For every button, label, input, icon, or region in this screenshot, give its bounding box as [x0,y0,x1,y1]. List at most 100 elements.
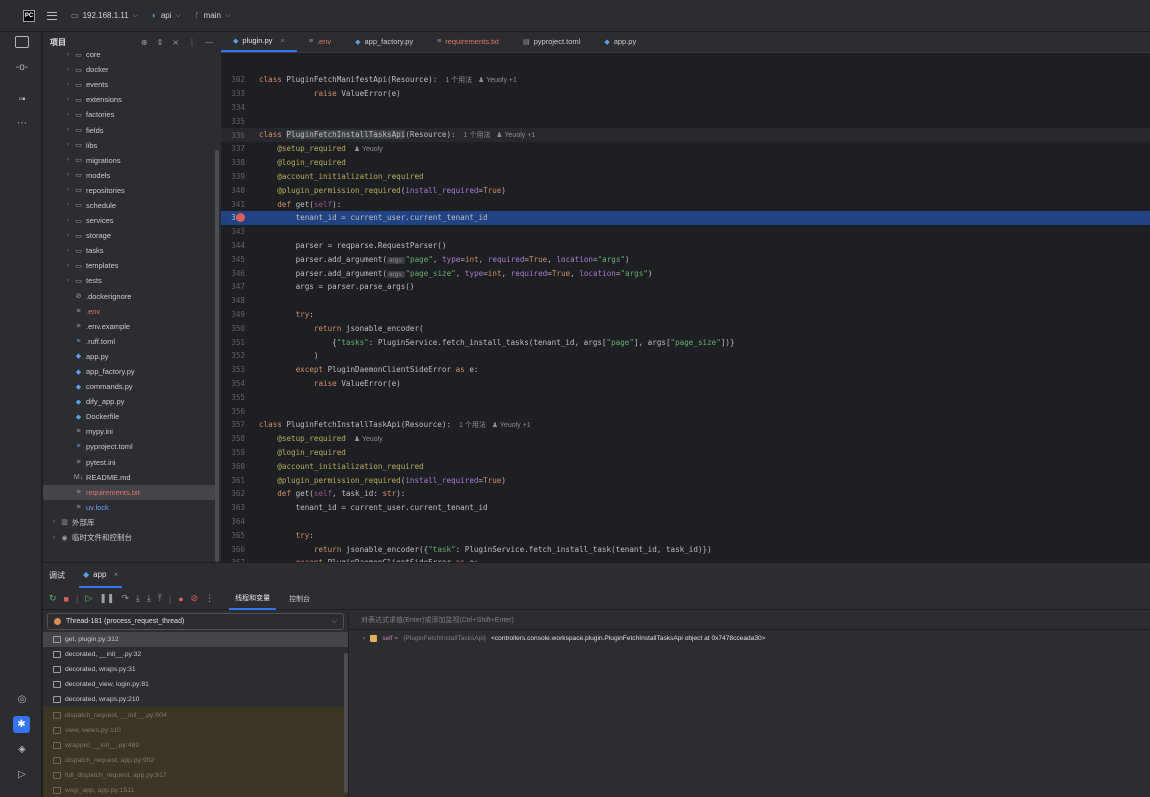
code-line[interactable]: 333 raise ValueError(e) [221,87,1150,101]
branch-selector[interactable]: ᚴ main ⌵ [195,11,230,20]
tree-item[interactable]: › ▭ docker [43,62,215,77]
stack-frame[interactable]: wsgi_app, app.py:1511 [43,782,348,797]
line-number[interactable]: 362 [221,489,245,498]
tree-item[interactable]: ≡ .ruff.toml [43,334,215,349]
rerun-icon[interactable]: ↻ [49,593,57,604]
step-over-icon[interactable]: ↷ [121,593,129,604]
structure-icon[interactable]: ▫▪ [15,93,29,107]
tab-threads-variables[interactable]: 线程和变量 [229,588,277,610]
tree-item[interactable]: ≡ uv.lock [43,500,215,515]
stack-frame[interactable]: dispatch_request, __init__.py:604 [43,707,348,723]
code-line[interactable]: 345 parser.add_argument(args: "page", typ… [221,252,1150,266]
thread-selector[interactable]: Thread-181 (process_request_thread) ⌵ [47,613,344,630]
tree-item[interactable]: ◆ commands.py [43,379,215,394]
code-line[interactable]: 347 args = parser.parse_args() [221,280,1150,294]
code-line[interactable]: 355 [221,390,1150,404]
code-line[interactable]: 334 [221,101,1150,115]
line-number[interactable]: 333 [221,89,245,98]
more-tools-icon[interactable]: ⋯ [15,117,29,131]
tree-item[interactable]: › ▭ migrations [43,153,215,168]
line-number[interactable]: 334 [221,103,245,112]
tree-item[interactable]: › ▭ repositories [43,183,215,198]
code-line[interactable]: 302 class PluginFetchManifestApi(Resource… [221,73,1150,87]
code-line[interactable]: 336 class PluginFetchInstallTasksApi(Reso… [221,128,1150,142]
close-icon[interactable]: × [280,36,284,45]
evaluate-expression-input[interactable]: 对表达式求值(Enter)或添加监视(Ctrl+Shift+Enter) [349,611,1150,630]
stack-frame[interactable]: decorated, wraps.py:210 [43,692,348,707]
code-line[interactable]: 352 ) [221,349,1150,363]
code-line[interactable]: 366 return jsonable_encoder({"task": Plu… [221,542,1150,556]
editor-tab[interactable]: ◆ plugin.py × [221,31,297,52]
line-number[interactable]: 350 [221,324,245,333]
tree-item[interactable]: ◆ app.py [43,349,215,364]
code-line[interactable]: 339 @account_initialization_required [221,170,1150,184]
stop-icon[interactable]: ■ [64,594,69,604]
tree-item[interactable]: ≡ requirements.txt [43,484,215,500]
code-line[interactable]: 362 def get(self, task_id: str): [221,487,1150,501]
line-number[interactable]: 360 [221,462,245,471]
step-out-icon[interactable]: ⤒ [158,593,162,604]
code-line[interactable]: 351 {"tasks": PluginService.fetch_instal… [221,335,1150,349]
line-number[interactable]: 351 [221,338,245,347]
stack-frame[interactable]: full_dispatch_request, app.py:917 [43,767,348,783]
line-number[interactable]: 354 [221,379,245,388]
tree-item[interactable]: › ▭ libs [43,138,215,153]
tree-item[interactable]: › ▭ schedule [43,198,215,213]
line-number[interactable]: 355 [221,393,245,402]
tab-console[interactable]: 控制台 [283,588,316,610]
line-number[interactable]: 338 [221,158,245,167]
line-number[interactable]: 343 [221,227,245,236]
options-icon[interactable]: ⋮ [188,38,196,47]
line-number[interactable]: 361 [221,476,245,485]
code-line[interactable]: 346 parser.add_argument(args: "page_size"… [221,266,1150,280]
more-options-icon[interactable]: ⋮ [205,593,214,604]
folder-icon[interactable] [15,36,29,48]
editor-tab[interactable]: ◆ app_factory.py [343,31,425,52]
code-line[interactable]: 335 [221,114,1150,128]
project-scrollbar[interactable] [215,150,219,562]
tree-item[interactable]: › ◉ 临时文件和控制台 [43,530,215,545]
line-number[interactable]: 364 [221,517,245,526]
code-line[interactable]: 357 class PluginFetchInstallTaskApi(Resou… [221,418,1150,432]
line-number[interactable]: 302 [221,75,245,84]
python-packages-icon[interactable]: ◎ [15,693,29,707]
line-number[interactable]: 337 [221,144,245,153]
tree-item[interactable]: › ▭ extensions [43,92,215,107]
tree-item[interactable]: ◆ app_factory.py [43,364,215,379]
code-line[interactable]: 340 @plugin_permission_required(install_… [221,183,1150,197]
code-editor[interactable]: 302 class PluginFetchManifestApi(Resource… [221,54,1150,562]
code-line[interactable]: 353 except PluginDaemonClientSideError a… [221,363,1150,377]
tree-item[interactable]: › ▥ 外部库 [43,515,215,530]
remote-host-selector[interactable]: ▭ 192.168.1.11 ⌵ [71,11,138,20]
stack-frame[interactable]: decorated_view, login.py:81 [43,677,348,692]
collapse-all-icon[interactable]: ⨯ [172,38,179,47]
code-line[interactable]: 365 try: [221,528,1150,542]
debug-icon[interactable]: ✱ [13,716,30,733]
tree-item[interactable]: › ▭ models [43,168,215,183]
pause-icon[interactable]: ❚❚ [99,593,114,604]
line-number[interactable]: 365 [221,531,245,540]
editor-tab[interactable]: ≡ requirements.txt [425,31,511,52]
code-line[interactable]: 363 tenant_id = current_user.current_ten… [221,501,1150,515]
line-number[interactable]: 336 [221,131,245,140]
variable-row[interactable]: › self = {PluginFetchInstallTasksApi} <cont… [349,630,1150,647]
line-number[interactable]: 353 [221,365,245,374]
code-line[interactable]: 343 [221,225,1150,239]
step-into-icon[interactable]: ⤓ [136,593,140,604]
mute-breakpoints-icon[interactable]: ⊘ [191,593,199,604]
line-number[interactable]: 357 [221,420,245,429]
code-line[interactable]: 348 [221,294,1150,308]
line-number[interactable]: 335 [221,117,245,126]
commit-icon[interactable]: -o- [15,61,29,75]
line-number[interactable]: 341 [221,200,245,209]
run-icon[interactable]: ▷ [15,768,29,782]
locate-icon[interactable]: ⊕ [141,38,148,47]
stack-frame[interactable]: view, views.py:110 [43,722,348,738]
tree-item[interactable]: ≡ pyproject.toml [43,439,215,454]
code-line[interactable]: 358 @setup_required ♟ Yeuoly [221,432,1150,446]
tree-item[interactable]: ◆ Dockerfile [43,409,215,424]
tree-item[interactable]: › ▭ storage [43,228,215,243]
code-line[interactable]: 360 @account_initialization_required [221,459,1150,473]
editor-tab[interactable]: ◆ app.py [592,31,648,52]
stack-frame[interactable]: decorated, wraps.py:31 [43,662,348,677]
